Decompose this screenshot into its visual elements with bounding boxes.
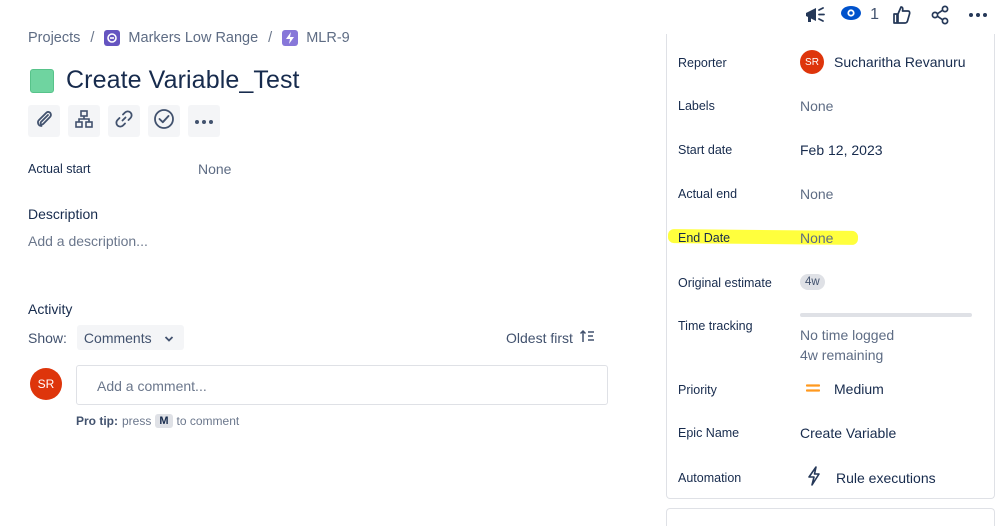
avatar: SR (800, 50, 824, 74)
priority-field: Priority Medium (678, 381, 988, 397)
issue-actions-bar: 1 (792, 2, 993, 28)
labels-field: Labels None (678, 98, 988, 114)
time-remaining: 4w remaining (800, 347, 884, 363)
comment-input[interactable]: Add a comment... (76, 365, 608, 405)
issue-title[interactable]: Create Variable_Test (66, 66, 300, 95)
actual-end-label: Actual end (678, 187, 738, 201)
reporter-label: Reporter (678, 55, 727, 70)
share-icon[interactable] (925, 3, 955, 27)
time-tracking-bar (800, 313, 972, 317)
reporter-name: Sucharitha Revanuru (834, 54, 966, 70)
pro-tip-suffix: to comment (176, 414, 240, 428)
breadcrumb: Projects / Markers Low Range / MLR-9 (28, 30, 350, 46)
original-estimate-label: Original estimate (678, 275, 772, 290)
more-icon (194, 112, 214, 130)
priority-value[interactable]: Medium (805, 381, 884, 397)
description-heading: Description (28, 206, 99, 222)
breadcrumb-separator: / (268, 30, 273, 46)
start-date-value[interactable]: Feb 12, 2023 (800, 142, 883, 158)
lightning-icon (806, 466, 822, 489)
pro-tip: Pro tip: press M to comment (76, 414, 239, 428)
labels-label: Labels (678, 99, 715, 113)
original-estimate-field: Original estimate 4w (678, 274, 988, 290)
reporter-field: Reporter SR Sucharitha Revanuru (678, 50, 988, 74)
eye-icon (840, 5, 862, 26)
automation-rule-executions: Rule executions (836, 469, 936, 486)
breadcrumb-projects[interactable]: Projects (28, 30, 80, 46)
link-icon (114, 109, 134, 134)
activity-filter-row: Show: Comments (28, 325, 184, 350)
breadcrumb-project-label: Markers Low Range (128, 30, 259, 46)
more-actions-button[interactable] (188, 105, 220, 137)
sort-order-button[interactable]: Oldest first (506, 329, 595, 346)
pro-tip-label: Pro tip: (76, 414, 118, 428)
epic-icon (282, 30, 299, 46)
end-date-label: End Date (678, 231, 731, 245)
child-issue-icon (74, 109, 94, 134)
priority-medium-icon (805, 381, 821, 397)
activity-heading: Activity (28, 301, 73, 317)
sort-order-label: Oldest first (506, 329, 573, 346)
start-date-field: Start date Feb 12, 2023 (678, 142, 988, 158)
actual-start-value[interactable]: None (198, 161, 231, 177)
sort-icon (579, 329, 595, 346)
issue-type-icon (30, 68, 54, 93)
link-issue-button[interactable] (108, 105, 140, 137)
actual-start-label: Actual start (28, 162, 91, 176)
check-icon (153, 108, 175, 135)
project-icon (104, 30, 121, 46)
time-tracking-field[interactable]: Time tracking No time logged 4w remainin… (678, 313, 988, 365)
description-placeholder[interactable]: Add a description... (28, 233, 148, 249)
breadcrumb-project[interactable]: Markers Low Range (104, 30, 258, 46)
time-tracking-label: Time tracking (678, 319, 753, 333)
status-check-button[interactable] (148, 105, 180, 137)
child-issue-button[interactable] (68, 105, 100, 137)
automation-field: Automation Rule executions (678, 466, 988, 489)
time-tracking-value: No time logged 4w remaining (800, 313, 972, 365)
automation-label: Automation (678, 471, 742, 485)
breadcrumb-issue[interactable]: MLR-9 (282, 30, 350, 46)
priority-label: Priority (678, 382, 717, 397)
actual-end-value[interactable]: None (800, 186, 833, 202)
attach-icon (34, 109, 54, 134)
original-estimate-value[interactable]: 4w (800, 274, 825, 290)
end-date-field: End Date None (678, 230, 988, 246)
attach-button[interactable] (28, 105, 60, 137)
issue-title-row: Create Variable_Test (30, 66, 300, 95)
watch-button[interactable]: 1 (840, 5, 879, 26)
avatar: SR (30, 368, 62, 400)
issue-toolbar (28, 105, 220, 137)
time-logged: No time logged (800, 327, 895, 343)
pro-tip-key: M (155, 414, 173, 428)
breadcrumb-issue-key: MLR-9 (306, 30, 350, 46)
end-date-value[interactable]: None (800, 230, 833, 246)
activity-filter-dropdown[interactable]: Comments (76, 325, 184, 350)
actual-start-field: Actual start None (28, 161, 231, 177)
priority-name: Medium (834, 381, 884, 397)
activity-filter-value: Comments (83, 329, 152, 346)
epic-name-value[interactable]: Create Variable (800, 425, 896, 441)
more-icon[interactable] (963, 3, 993, 27)
labels-value[interactable]: None (800, 98, 833, 114)
thumbs-up-icon[interactable] (887, 3, 917, 27)
epic-name-field: Epic Name Create Variable (678, 425, 988, 441)
start-date-label: Start date (678, 143, 733, 157)
actual-end-field: Actual end None (678, 186, 988, 202)
watch-count: 1 (870, 6, 879, 23)
show-label: Show: (28, 329, 67, 346)
automation-value[interactable]: Rule executions (806, 466, 936, 489)
megaphone-icon[interactable] (800, 3, 830, 27)
breadcrumb-separator: / (90, 30, 95, 46)
secondary-panel (666, 508, 995, 526)
reporter-value[interactable]: SR Sucharitha Revanuru (800, 50, 966, 74)
epic-name-label: Epic Name (678, 426, 740, 440)
chevron-down-icon (164, 330, 174, 346)
pro-tip-press: press (122, 414, 152, 428)
